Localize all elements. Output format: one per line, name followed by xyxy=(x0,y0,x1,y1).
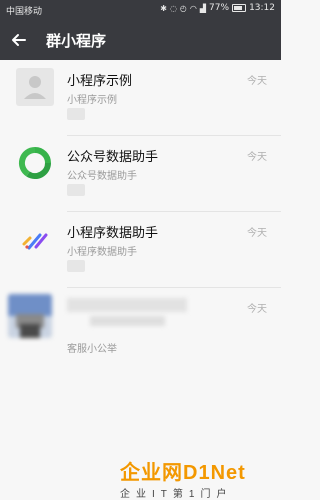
redacted-block xyxy=(67,184,85,196)
list-item[interactable]: 小程序示例 小程序示例 今天 xyxy=(0,60,281,136)
item-subtitle: 公众号数据助手 xyxy=(67,171,137,182)
mute-icon: ◌ xyxy=(169,3,177,13)
item-time: 今天 xyxy=(247,228,267,239)
arrow-left-icon[interactable] xyxy=(8,29,30,51)
redacted-block xyxy=(67,108,85,120)
status-bar: 中国移动 ✱ ◌ ◴ ◠ ▟ 77% 13:12 xyxy=(0,0,281,20)
battery-icon xyxy=(232,4,247,12)
list-item[interactable]: 客服小公举 今天 xyxy=(0,288,281,364)
watermark-logo-text: 企业网D1Net xyxy=(120,462,246,484)
redacted-block xyxy=(90,316,165,326)
redacted-block xyxy=(67,260,85,272)
green-swirl-icon xyxy=(16,144,54,182)
item-name: 小程序示例 xyxy=(67,74,133,89)
alarm-icon: ◴ xyxy=(179,3,187,13)
item-time: 今天 xyxy=(247,152,267,163)
blurred-avatar-icon xyxy=(8,294,52,338)
person-placeholder-icon xyxy=(16,68,54,106)
item-name: 公众号数据助手 xyxy=(67,150,159,165)
list-item[interactable]: 小程序数据助手 小程序数据助手 今天 xyxy=(0,212,281,288)
status-right: ✱ ◌ ◴ ◠ ▟ 77% 13:12 xyxy=(160,3,275,13)
item-subtitle: 小程序数据助手 xyxy=(67,247,137,258)
mini-program-list: 小程序示例 小程序示例 今天 公众号数据助手 公众号数据助手 今天 小程序数据助… xyxy=(0,60,281,364)
list-item[interactable]: 公众号数据助手 公众号数据助手 今天 xyxy=(0,136,281,212)
item-subtitle: 客服小公举 xyxy=(67,344,117,355)
watermark-logo: 企业网D1Net 企业IT第1门户 xyxy=(120,456,275,500)
clock: 13:12 xyxy=(249,3,275,13)
carrier-label: 中国移动 xyxy=(6,7,43,17)
item-time: 今天 xyxy=(247,76,267,87)
page-title: 群小程序 xyxy=(46,32,107,50)
signal-icon: ▟ xyxy=(199,3,207,13)
item-time: 今天 xyxy=(247,304,267,315)
item-name xyxy=(67,298,187,312)
wifi-icon: ◠ xyxy=(189,3,197,13)
bluetooth-icon: ✱ xyxy=(160,3,167,13)
colored-strokes-icon xyxy=(16,220,54,258)
item-subtitle: 小程序示例 xyxy=(67,95,117,106)
item-name: 小程序数据助手 xyxy=(67,226,159,241)
navbar: 群小程序 xyxy=(0,20,281,60)
watermark-tagline: 企业IT第1门户 xyxy=(120,489,233,500)
battery-percent: 77% xyxy=(209,3,230,13)
